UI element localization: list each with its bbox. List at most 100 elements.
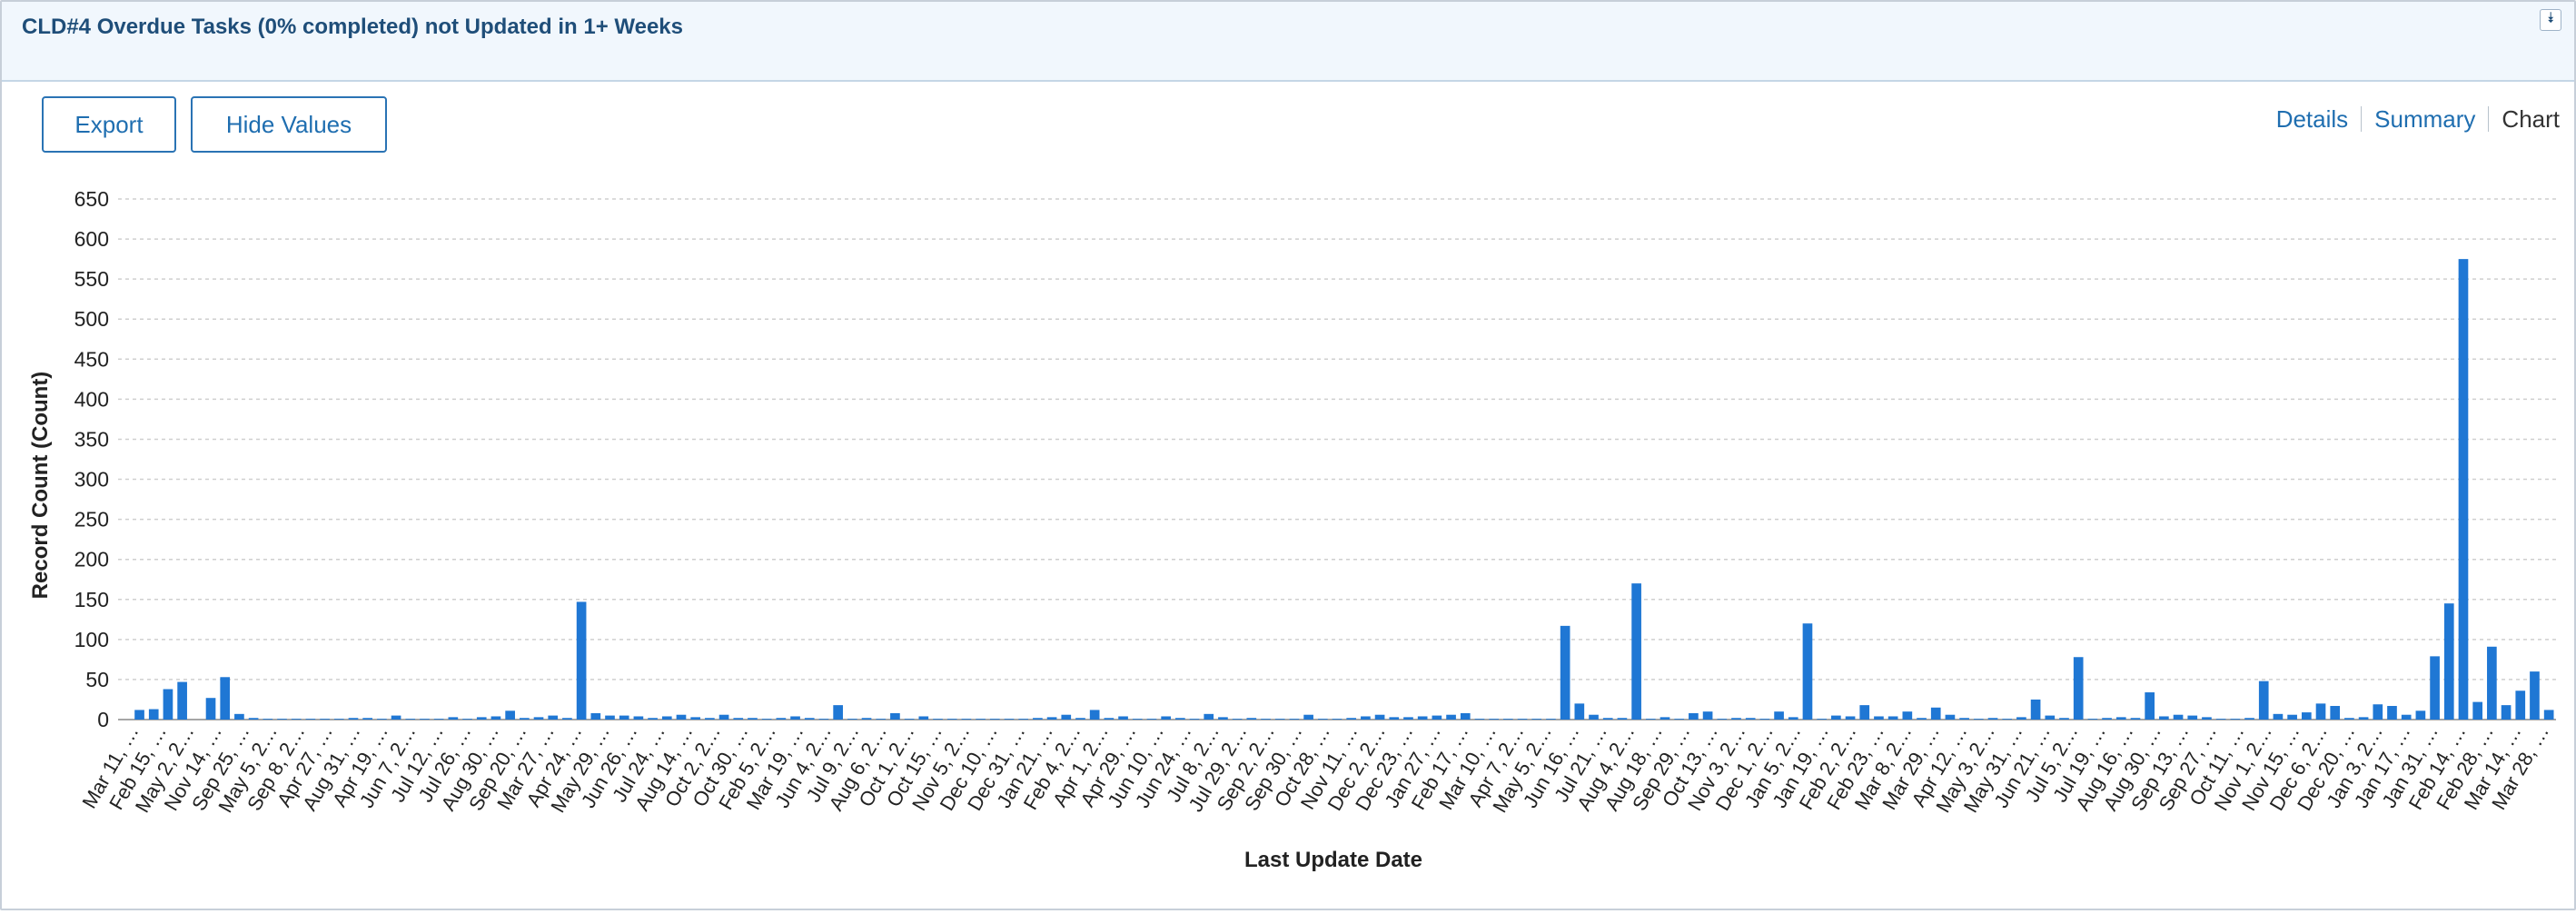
bar[interactable] bbox=[918, 716, 929, 720]
bar[interactable] bbox=[2358, 717, 2369, 720]
bar[interactable] bbox=[1788, 717, 1798, 720]
bar[interactable] bbox=[1602, 718, 1613, 720]
bar[interactable] bbox=[718, 714, 729, 720]
bar[interactable] bbox=[1204, 713, 1214, 720]
details-view-link[interactable]: Details bbox=[2276, 105, 2348, 133]
bar[interactable] bbox=[2002, 719, 2013, 720]
bar[interactable] bbox=[1389, 717, 1400, 720]
bar[interactable] bbox=[505, 710, 515, 720]
double-chevron-down-icon[interactable]: ⯯ bbox=[2540, 9, 2561, 31]
bar[interactable] bbox=[605, 715, 615, 720]
bar[interactable] bbox=[1274, 719, 1285, 720]
bar[interactable] bbox=[2458, 259, 2469, 720]
bar[interactable] bbox=[320, 719, 330, 720]
bar[interactable] bbox=[1460, 712, 1471, 720]
bar[interactable] bbox=[1574, 703, 1585, 720]
bar[interactable] bbox=[1731, 718, 1741, 720]
bar[interactable] bbox=[676, 714, 687, 720]
bar[interactable] bbox=[1845, 716, 1856, 720]
bar[interactable] bbox=[362, 718, 373, 720]
bar[interactable] bbox=[2315, 703, 2326, 720]
bar[interactable] bbox=[1403, 717, 1413, 720]
bar[interactable] bbox=[705, 718, 715, 720]
bar[interactable] bbox=[1930, 707, 1941, 720]
bar[interactable] bbox=[1717, 719, 1728, 720]
bar[interactable] bbox=[2543, 710, 2554, 720]
bar[interactable] bbox=[1075, 718, 1085, 720]
bar[interactable] bbox=[2472, 701, 2483, 720]
bar[interactable] bbox=[1261, 719, 1271, 720]
bar[interactable] bbox=[804, 718, 815, 720]
bar[interactable] bbox=[1104, 718, 1115, 720]
bar[interactable] bbox=[1689, 712, 1699, 720]
bar[interactable] bbox=[562, 718, 572, 720]
bar[interactable] bbox=[818, 719, 829, 720]
bar[interactable] bbox=[1289, 719, 1300, 720]
bar[interactable] bbox=[1146, 719, 1157, 720]
bar[interactable] bbox=[2045, 715, 2056, 720]
bar[interactable] bbox=[1959, 718, 1969, 720]
bar[interactable] bbox=[1617, 718, 1628, 720]
bar[interactable] bbox=[989, 719, 1000, 720]
bar[interactable] bbox=[2187, 715, 2198, 720]
bar[interactable] bbox=[476, 717, 487, 720]
bar[interactable] bbox=[661, 716, 672, 720]
bar[interactable] bbox=[1232, 719, 1243, 720]
bar[interactable] bbox=[2244, 718, 2254, 720]
bar[interactable] bbox=[2073, 657, 2084, 720]
bar[interactable] bbox=[2415, 710, 2426, 720]
bar[interactable] bbox=[291, 719, 302, 720]
bar[interactable] bbox=[1745, 718, 1756, 720]
bar[interactable] bbox=[1987, 718, 1998, 720]
bar[interactable] bbox=[2030, 699, 2041, 720]
bar[interactable] bbox=[391, 715, 401, 720]
bar[interactable] bbox=[1859, 705, 1870, 720]
bar[interactable] bbox=[1018, 719, 1029, 720]
bar[interactable] bbox=[2102, 718, 2112, 720]
export-button[interactable]: Export bbox=[42, 96, 176, 153]
bar[interactable] bbox=[520, 718, 530, 720]
bar[interactable] bbox=[134, 710, 144, 720]
bar[interactable] bbox=[490, 716, 501, 720]
bar[interactable] bbox=[1589, 714, 1599, 720]
bar[interactable] bbox=[1446, 714, 1456, 720]
bar[interactable] bbox=[2330, 706, 2341, 720]
bar[interactable] bbox=[448, 717, 459, 720]
bar[interactable] bbox=[2430, 656, 2440, 720]
bar[interactable] bbox=[1417, 716, 1428, 720]
bar[interactable] bbox=[2287, 714, 2297, 720]
bar[interactable] bbox=[1802, 623, 1813, 720]
bar[interactable] bbox=[1831, 715, 1841, 720]
bar[interactable] bbox=[1246, 718, 1257, 720]
bar[interactable] bbox=[163, 689, 173, 720]
bar[interactable] bbox=[1033, 718, 1043, 720]
bar[interactable] bbox=[263, 719, 273, 720]
bar[interactable] bbox=[1346, 718, 1357, 720]
bar[interactable] bbox=[2387, 706, 2397, 720]
bar[interactable] bbox=[976, 719, 986, 720]
bar[interactable] bbox=[1118, 716, 1128, 720]
bar[interactable] bbox=[1560, 625, 1570, 720]
bar[interactable] bbox=[2273, 713, 2284, 720]
bar[interactable] bbox=[548, 715, 559, 720]
bar[interactable] bbox=[1432, 715, 1442, 720]
bar[interactable] bbox=[633, 716, 644, 720]
bar[interactable] bbox=[1374, 714, 1385, 720]
bar[interactable] bbox=[248, 718, 259, 720]
bar[interactable] bbox=[1546, 719, 1556, 720]
bar[interactable] bbox=[462, 719, 472, 720]
bar[interactable] bbox=[1004, 719, 1015, 720]
bar[interactable] bbox=[1474, 719, 1485, 720]
bar[interactable] bbox=[2230, 719, 2241, 720]
bar[interactable] bbox=[1132, 719, 1143, 720]
bar[interactable] bbox=[761, 719, 772, 720]
bar[interactable] bbox=[2130, 718, 2141, 720]
bar[interactable] bbox=[1517, 719, 1528, 720]
bar[interactable] bbox=[1874, 716, 1884, 720]
bar[interactable] bbox=[690, 717, 701, 720]
bar[interactable] bbox=[748, 718, 758, 720]
bar[interactable] bbox=[1061, 714, 1072, 720]
bar[interactable] bbox=[776, 718, 787, 720]
bar[interactable] bbox=[847, 719, 857, 720]
bar[interactable] bbox=[2487, 646, 2497, 720]
